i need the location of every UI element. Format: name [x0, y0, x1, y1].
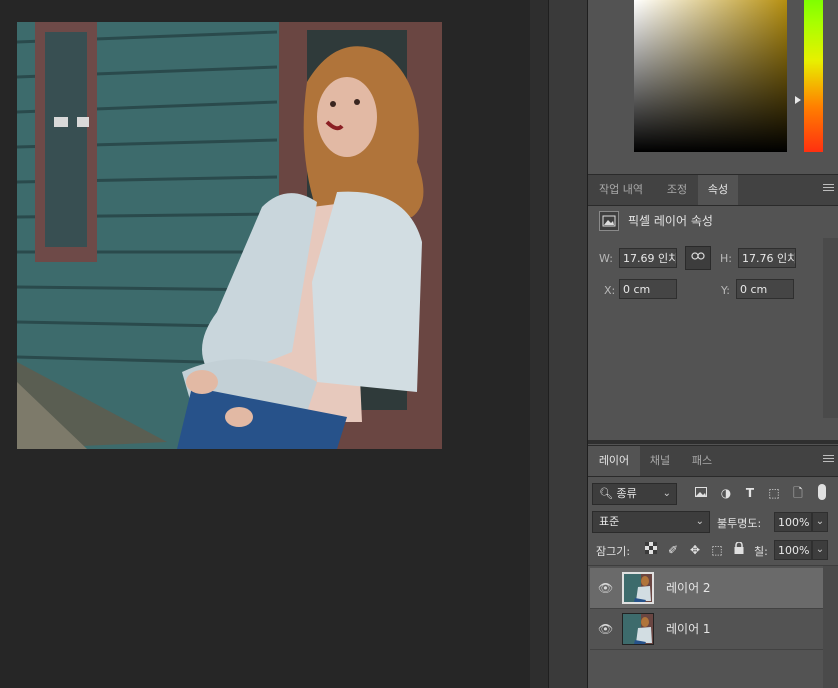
width-field[interactable]: 17.69 인치 [619, 248, 677, 268]
lock-label: 잠그기: [596, 545, 631, 558]
opacity-field[interactable]: 100% [774, 512, 812, 532]
properties-section-title: 픽셀 레이어 속성 [628, 214, 713, 228]
pixel-layer-icon [599, 211, 619, 231]
chevron-down-icon: ⌄ [815, 516, 825, 527]
lock-position-move-icon[interactable]: ✥ [684, 539, 706, 561]
chevron-down-icon: ⌄ [695, 516, 704, 527]
filter-pixel-icon[interactable] [690, 482, 712, 504]
panel-divider[interactable] [588, 440, 838, 444]
height-field[interactable]: 17.76 인치 [738, 248, 796, 268]
lock-all-icon[interactable] [728, 539, 750, 561]
opacity-dropdown-button[interactable]: ⌄ [812, 512, 828, 532]
search-icon: 🔍︎ [599, 487, 613, 500]
tab-paths[interactable]: 패스 [682, 446, 722, 476]
tab-layers[interactable]: 레이어 [588, 446, 640, 476]
lock-transparent-pixels-icon[interactable] [640, 539, 662, 561]
height-label: H: [720, 252, 732, 265]
layer-row[interactable]: 👁︎ 레이어 2 [590, 568, 823, 609]
layer-filter-dropdown[interactable]: 🔍︎ 종류 ⌄ [592, 483, 677, 505]
hue-slider-marker-icon[interactable] [795, 96, 801, 104]
link-icon [691, 252, 705, 260]
link-dimensions-button[interactable] [685, 246, 711, 270]
layer-name[interactable]: 레이어 2 [666, 568, 711, 608]
tab-properties[interactable]: 속성 [698, 175, 738, 205]
chevron-down-icon: ⌄ [662, 488, 671, 499]
panel-menu-icon[interactable] [823, 184, 834, 193]
eye-icon[interactable]: 👁︎ [598, 622, 613, 636]
fill-dropdown-button[interactable]: ⌄ [812, 540, 828, 560]
eye-icon[interactable]: 👁︎ [598, 581, 613, 595]
layers-scrollbar[interactable] [823, 566, 838, 688]
document-image[interactable] [17, 22, 442, 449]
collapsed-panel-dock[interactable] [548, 0, 588, 688]
filter-adjustment-icon[interactable]: ◑ [715, 482, 737, 504]
photo-illustration [17, 22, 442, 449]
layers-list-divider [588, 565, 838, 566]
color-saturation-field[interactable] [634, 0, 787, 152]
chevron-down-icon: ⌄ [815, 544, 825, 555]
lock-image-pixels-brush-icon[interactable]: ✐ [662, 539, 684, 561]
opacity-label: 불투명도: [717, 517, 762, 530]
x-position-field[interactable]: 0 cm [619, 279, 677, 299]
filter-type-icon[interactable]: T [739, 482, 761, 504]
fill-label: 칠: [754, 545, 768, 558]
width-label: W: [599, 252, 613, 265]
filter-shape-icon[interactable]: ⬚ [763, 482, 785, 504]
y-label: Y: [721, 284, 730, 297]
layer-name[interactable]: 레이어 1 [666, 609, 711, 649]
layers-panel-menu-icon[interactable] [823, 455, 834, 464]
blend-mode-dropdown[interactable]: 표준 ⌄ [592, 511, 710, 533]
hue-slider[interactable] [804, 0, 823, 152]
filter-toggle-switch[interactable] [818, 484, 826, 500]
layer-thumbnail [622, 572, 654, 604]
filter-smart-object-icon[interactable]: 🗋︎ [787, 482, 809, 504]
dock-gutter [530, 0, 548, 688]
layers-tabbar: 레이어 채널 패스 [588, 445, 838, 477]
lock-artboard-icon[interactable]: ⬚ [706, 539, 728, 561]
tab-channels[interactable]: 채널 [640, 446, 680, 476]
properties-tabbar: 작업 내역 조정 속성 [588, 174, 838, 206]
blend-mode-value: 표준 [599, 515, 620, 528]
layer-thumbnail [622, 613, 654, 645]
layer-row[interactable]: 👁︎ 레이어 1 [590, 609, 823, 650]
layer-filter-kind: 종류 [616, 487, 637, 500]
x-label: X: [604, 284, 616, 297]
y-position-field[interactable]: 0 cm [736, 279, 794, 299]
tab-adjustments[interactable]: 조정 [656, 175, 698, 205]
properties-scrollbar[interactable] [823, 238, 838, 418]
fill-field[interactable]: 100% [774, 540, 812, 560]
tab-history[interactable]: 작업 내역 [588, 175, 654, 205]
